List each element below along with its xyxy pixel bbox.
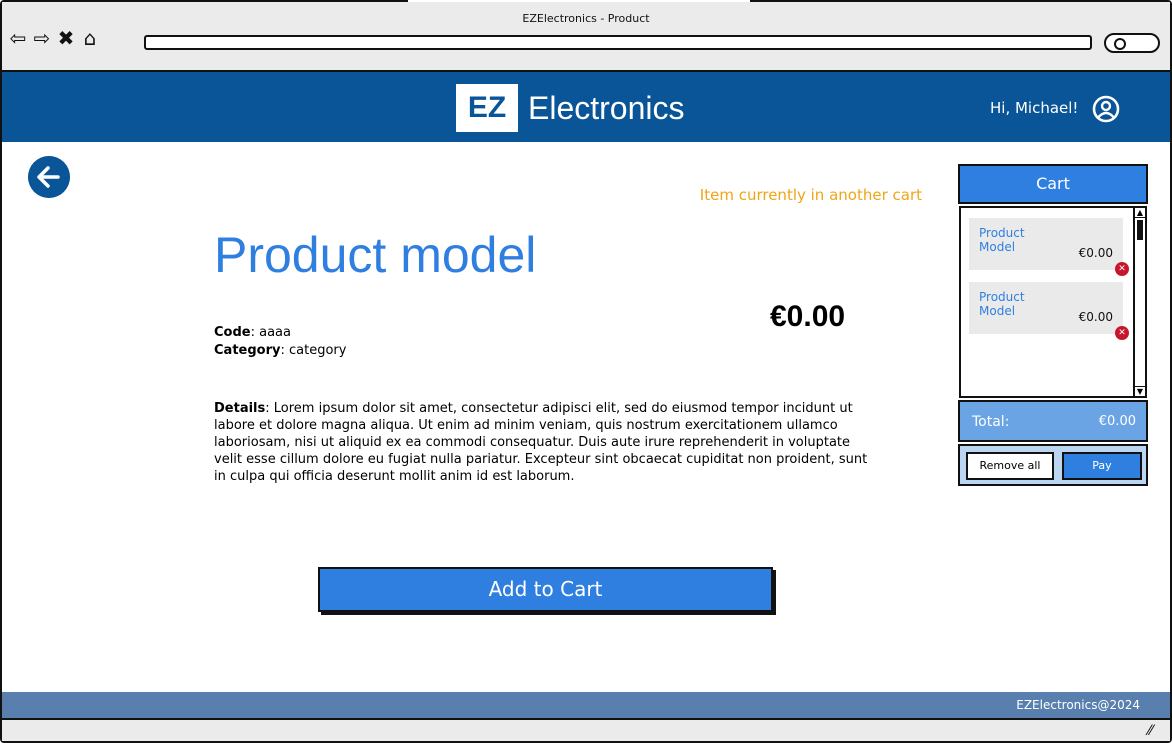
home-icon[interactable]: ⌂ — [80, 28, 100, 48]
product-title: Product model — [214, 227, 537, 283]
browser-nav: ⇦ ⇨ ✖ ⌂ — [8, 28, 100, 48]
cart-item[interactable]: Product Model €0.00 ✕ — [969, 282, 1129, 340]
cart-item-price: €0.00 — [1078, 310, 1113, 324]
product-price: €0.00 — [770, 300, 846, 333]
cart-list: Product Model €0.00 ✕ Product Model €0.0… — [959, 206, 1147, 398]
app-header: EZ Electronics Hi, Michael! — [2, 72, 1170, 142]
remove-all-button[interactable]: Remove all — [966, 452, 1054, 480]
browser-chrome: EZElectronics - Product ⇦ ⇨ ✖ ⌂ — [2, 2, 1170, 72]
details-label: Details — [214, 401, 266, 416]
close-icon[interactable]: ✕ — [1115, 262, 1129, 276]
product-details: Details: Lorem ipsum dolor sit amet, con… — [214, 400, 874, 485]
address-bar[interactable] — [144, 35, 1092, 50]
cart-scrollbar[interactable]: ▲ ▼ — [1133, 208, 1145, 396]
scroll-down-icon[interactable]: ▼ — [1135, 386, 1145, 396]
cart-actions: Remove all Pay — [958, 444, 1148, 486]
cart-item-name: Product Model — [979, 290, 1025, 318]
status-bar: ⁄⁄ — [2, 718, 1170, 741]
logo-text: Electronics — [528, 89, 685, 126]
close-icon[interactable]: ✖ — [56, 28, 76, 48]
back-arrow-icon[interactable]: ⇦ — [8, 28, 28, 48]
cart-item[interactable]: Product Model €0.00 ✕ — [969, 218, 1129, 276]
cart-title: Cart — [958, 164, 1148, 204]
window-title: EZElectronics - Product — [522, 12, 650, 25]
footer-text: EZElectronics@2024 — [1016, 698, 1140, 712]
details-value: : Lorem ipsum dolor sit amet, consectetu… — [214, 401, 868, 484]
code-value: : aaaa — [250, 325, 291, 340]
scroll-up-icon[interactable]: ▲ — [1135, 208, 1145, 218]
forward-arrow-icon[interactable]: ⇨ — [32, 28, 52, 48]
category-label: Category — [214, 343, 281, 358]
cart-total-label: Total: — [972, 414, 1010, 430]
browser-window: EZElectronics - Product ⇦ ⇨ ✖ ⌂ EZ Elect… — [0, 0, 1172, 743]
product-meta: Code: aaaa Category: category — [214, 324, 346, 360]
back-button[interactable] — [28, 156, 70, 198]
cart-item-name: Product Model — [979, 226, 1025, 254]
user-greeting: Hi, Michael! — [990, 99, 1079, 117]
cart-notice: Item currently in another cart — [699, 186, 922, 204]
product-code: Code: aaaa — [214, 324, 346, 342]
search-icon[interactable] — [1104, 33, 1160, 53]
resize-handle-icon[interactable]: ⁄⁄ — [1148, 723, 1164, 739]
cart-item-price: €0.00 — [1078, 246, 1113, 260]
category-value: : category — [280, 343, 347, 358]
cart-total: Total: €0.00 — [958, 400, 1148, 442]
logo[interactable]: EZ Electronics — [456, 84, 685, 132]
close-icon[interactable]: ✕ — [1115, 326, 1129, 340]
footer: EZElectronics@2024 — [2, 692, 1170, 718]
cart-total-value: €0.00 — [1098, 414, 1136, 429]
user-circle-icon[interactable] — [1092, 95, 1120, 123]
pay-button[interactable]: Pay — [1062, 452, 1142, 480]
logo-mark: EZ — [456, 84, 518, 132]
product-category: Category: category — [214, 342, 346, 360]
scroll-thumb[interactable] — [1137, 220, 1143, 240]
code-label: Code — [214, 325, 251, 340]
add-to-cart-button[interactable]: Add to Cart — [318, 567, 773, 612]
